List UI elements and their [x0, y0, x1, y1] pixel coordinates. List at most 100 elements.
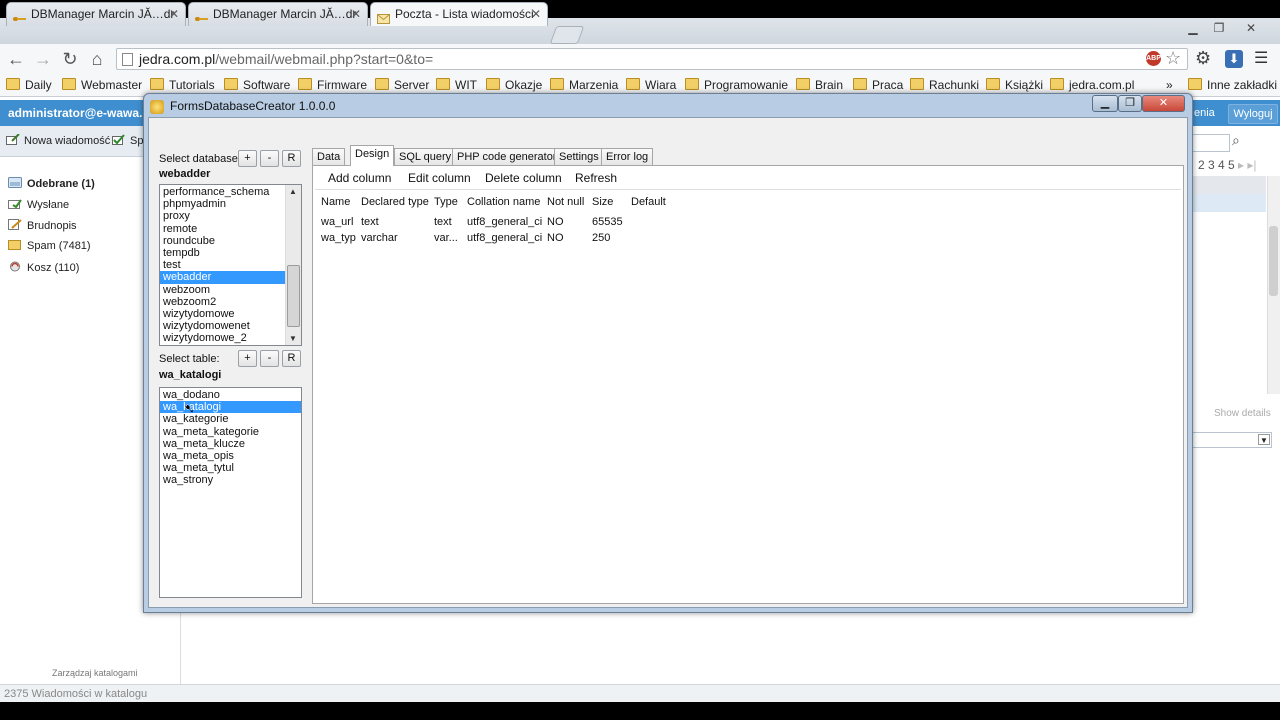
database-list[interactable]: performance_schema phpmyadmin proxy remote r…	[159, 184, 302, 346]
refresh-table-button[interactable]: R	[282, 350, 301, 367]
table-list-item[interactable]: wa_meta_tytul	[160, 462, 301, 474]
bookmark-brain[interactable]: Brain	[796, 78, 843, 92]
adblock-icon[interactable]: ABP	[1146, 51, 1161, 66]
grid-cell[interactable]: NO	[547, 232, 564, 244]
manage-folders-link[interactable]: Zarządzaj katalogami	[52, 668, 138, 678]
database-list-item[interactable]: test	[160, 259, 286, 271]
bookmark-ksiazki[interactable]: Książki	[986, 78, 1043, 92]
database-list-scrollbar[interactable]: ▲ ▼	[285, 185, 301, 345]
restore-window-icon[interactable]: ❐	[1208, 20, 1230, 36]
database-list-item[interactable]: phpmyadmin	[160, 198, 286, 210]
logout-button[interactable]: Wyloguj	[1228, 104, 1278, 124]
folder-sent[interactable]: Wysłane	[8, 198, 69, 211]
tab-settings[interactable]: Settings	[554, 148, 604, 165]
add-database-button[interactable]: +	[238, 150, 257, 167]
column-header-size[interactable]: Size	[592, 196, 613, 208]
tab-error-log[interactable]: Error log	[601, 148, 654, 165]
scroll-down-icon[interactable]: ▼	[289, 334, 297, 343]
grid-cell[interactable]: 250	[592, 232, 610, 244]
database-list-item[interactable]: remote	[160, 223, 286, 235]
browser-tab-2[interactable]: DBManager Marcin JĂ…dr ✕	[188, 2, 368, 26]
search-input[interactable]	[1190, 134, 1230, 152]
remove-table-button[interactable]: -	[260, 350, 279, 367]
table-list-item[interactable]: wa_kategorie	[160, 413, 301, 425]
bookmark-wiara[interactable]: Wiara	[626, 78, 676, 92]
database-list-item[interactable]: webadder	[160, 271, 286, 284]
details-select[interactable]: ▼	[1190, 432, 1272, 448]
folder-trash[interactable]: Kosz (110)	[8, 261, 79, 274]
grid-cell[interactable]: wa_url	[321, 216, 353, 228]
menu-icon[interactable]: ☰	[1254, 48, 1276, 70]
show-details-link[interactable]: Show details	[1214, 408, 1271, 419]
folder-spam[interactable]: Spam (7481)	[8, 240, 91, 252]
bookmark-wit[interactable]: WIT	[436, 78, 477, 92]
grid-cell[interactable]: utf8_general_ci	[467, 232, 542, 244]
column-header-default[interactable]: Default	[631, 196, 666, 208]
database-list-item[interactable]: wizytydomowe_2	[160, 332, 286, 344]
home-icon[interactable]: ⌂	[86, 48, 108, 70]
bookmark-okazje[interactable]: Okazje	[486, 78, 542, 92]
table-list-item[interactable]: wa_dodano	[160, 389, 301, 401]
bookmark-rachunki[interactable]: Rachunki	[910, 78, 979, 92]
database-list-item[interactable]: wizytydomowe	[160, 308, 286, 320]
bookmark-marzenia[interactable]: Marzenia	[550, 78, 618, 92]
next-page-icon[interactable]: ▸ ▸|	[1238, 158, 1257, 172]
new-message-button[interactable]: Nowa wiadomość	[6, 133, 110, 147]
edit-column-button[interactable]: Edit column	[408, 171, 471, 185]
column-header-not-null[interactable]: Not null	[547, 196, 584, 208]
close-tab-icon[interactable]: ✕	[351, 3, 361, 25]
database-list-item[interactable]: tempdb	[160, 247, 286, 259]
column-header-type[interactable]: Type	[434, 196, 458, 208]
grid-cell[interactable]: text	[434, 216, 452, 228]
tab-sql-query[interactable]: SQL query	[394, 148, 457, 165]
minimize-window-icon[interactable]: ▁	[1182, 20, 1204, 36]
database-list-item[interactable]: wizytydomowenet	[160, 320, 286, 332]
address-bar[interactable]: jedra.com.pl/webmail/webmail.php?start=0…	[116, 48, 1188, 70]
bookmark-server[interactable]: Server	[375, 78, 429, 92]
bookmark-software[interactable]: Software	[224, 78, 290, 92]
table-list-item[interactable]: wa_meta_kategorie	[160, 426, 301, 438]
refresh-database-button[interactable]: R	[282, 150, 301, 167]
browser-tab-1[interactable]: DBManager Marcin JĂ…dr ✕	[6, 2, 186, 26]
scroll-thumb[interactable]	[287, 265, 300, 327]
folder-inbox[interactable]: Odebrane (1)	[8, 177, 95, 190]
message-row-selected[interactable]	[1192, 194, 1266, 212]
table-list[interactable]: wa_dodano wa_katalogi wa_kategorie wa_meta_…	[159, 387, 302, 598]
bookmark-praca[interactable]: Praca	[853, 78, 903, 92]
bookmark-star-icon[interactable]: ☆	[1165, 48, 1181, 69]
dialog-maximize-icon[interactable]: ❐	[1118, 95, 1142, 112]
bookmarks-more-button[interactable]: »	[1166, 78, 1173, 92]
table-list-item[interactable]: wa_strony	[160, 474, 301, 486]
bookmark-firmware[interactable]: Firmware	[298, 78, 367, 92]
bookmark-jedra[interactable]: jedra.com.pl	[1050, 78, 1134, 92]
tab-data[interactable]: Data	[312, 148, 346, 165]
database-list-item[interactable]: roundcube	[160, 235, 286, 247]
table-list-item[interactable]: wa_meta_klucze	[160, 438, 301, 450]
add-table-button[interactable]: +	[238, 350, 257, 367]
grid-cell[interactable]: varchar	[361, 232, 398, 244]
browser-tab-3-active[interactable]: Poczta - Lista wiadomości ✕	[370, 2, 548, 26]
remove-database-button[interactable]: -	[260, 150, 279, 167]
back-arrow-icon[interactable]: ←	[5, 48, 27, 70]
grid-cell[interactable]: wa_typ	[321, 232, 356, 244]
column-header-declared-type[interactable]: Declared type	[361, 196, 429, 208]
grid-cell[interactable]: text	[361, 216, 379, 228]
dialog-minimize-icon[interactable]: ▁	[1092, 95, 1118, 112]
database-list-item[interactable]: performance_schema	[160, 186, 286, 198]
settings-gear-icon[interactable]: ⚙	[1195, 48, 1211, 69]
column-header-collation-name[interactable]: Collation name	[467, 196, 540, 208]
scroll-thumb[interactable]	[1269, 226, 1278, 296]
reload-icon[interactable]: ↻	[59, 48, 81, 70]
other-bookmarks[interactable]: Inne zakładki	[1188, 78, 1277, 92]
forward-arrow-icon[interactable]: →	[32, 48, 54, 70]
close-window-icon[interactable]: ✕	[1240, 20, 1262, 36]
search-icon[interactable]: ⌕	[1232, 132, 1240, 149]
bookmark-daily[interactable]: Daily	[6, 78, 52, 92]
add-column-button[interactable]: Add column	[328, 171, 391, 185]
database-list-item[interactable]: webzoom	[160, 284, 286, 296]
database-list-item[interactable]: webzoom2	[160, 296, 286, 308]
folder-drafts[interactable]: Brudnopis	[8, 219, 77, 232]
download-extension-icon[interactable]: ⬇	[1225, 50, 1243, 68]
refresh-columns-button[interactable]: Refresh	[575, 171, 617, 185]
close-tab-icon[interactable]: ✕	[531, 3, 541, 25]
